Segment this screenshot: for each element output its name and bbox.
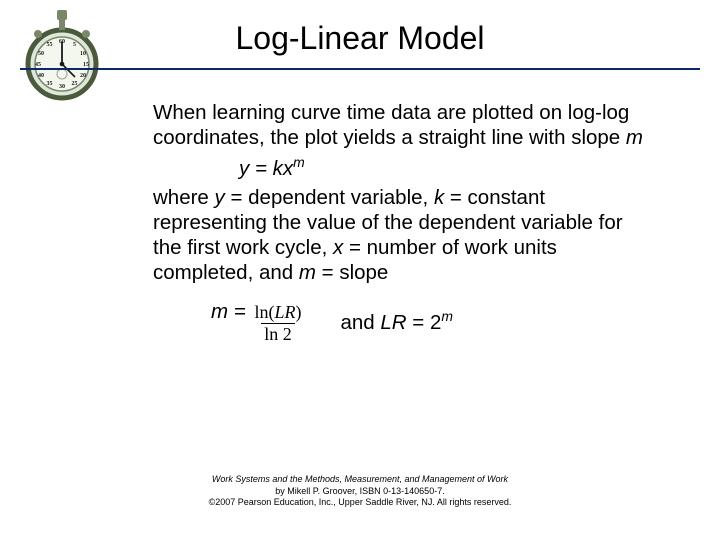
footer-citation: Work Systems and the Methods, Measuremen… xyxy=(0,474,720,508)
slide-title: Log-Linear Model xyxy=(0,20,720,57)
paragraph-intro: When learning curve time data are plotte… xyxy=(153,100,653,150)
footer-line-2: by Mikell P. Groover, ISBN 0-13-140650-7… xyxy=(0,486,720,497)
body-text: When learning curve time data are plotte… xyxy=(153,100,653,344)
svg-text:40: 40 xyxy=(38,73,44,79)
svg-text:25: 25 xyxy=(72,81,78,87)
paragraph-where: where y = dependent variable, k = consta… xyxy=(153,185,653,285)
fraction-lnlr-ln2: ln(LR) ln 2 xyxy=(251,303,304,344)
footer-line-3: ©2007 Pearson Education, Inc., Upper Sad… xyxy=(0,497,720,508)
equation-m-lr: m = ln(LR) ln 2 and LR = 2m xyxy=(211,299,653,344)
svg-text:30: 30 xyxy=(59,84,65,90)
equation-power: y = kxm xyxy=(153,154,653,181)
svg-text:35: 35 xyxy=(47,81,53,87)
title-underline xyxy=(20,68,700,70)
footer-line-1: Work Systems and the Methods, Measuremen… xyxy=(0,474,720,485)
svg-text:20: 20 xyxy=(80,73,86,79)
